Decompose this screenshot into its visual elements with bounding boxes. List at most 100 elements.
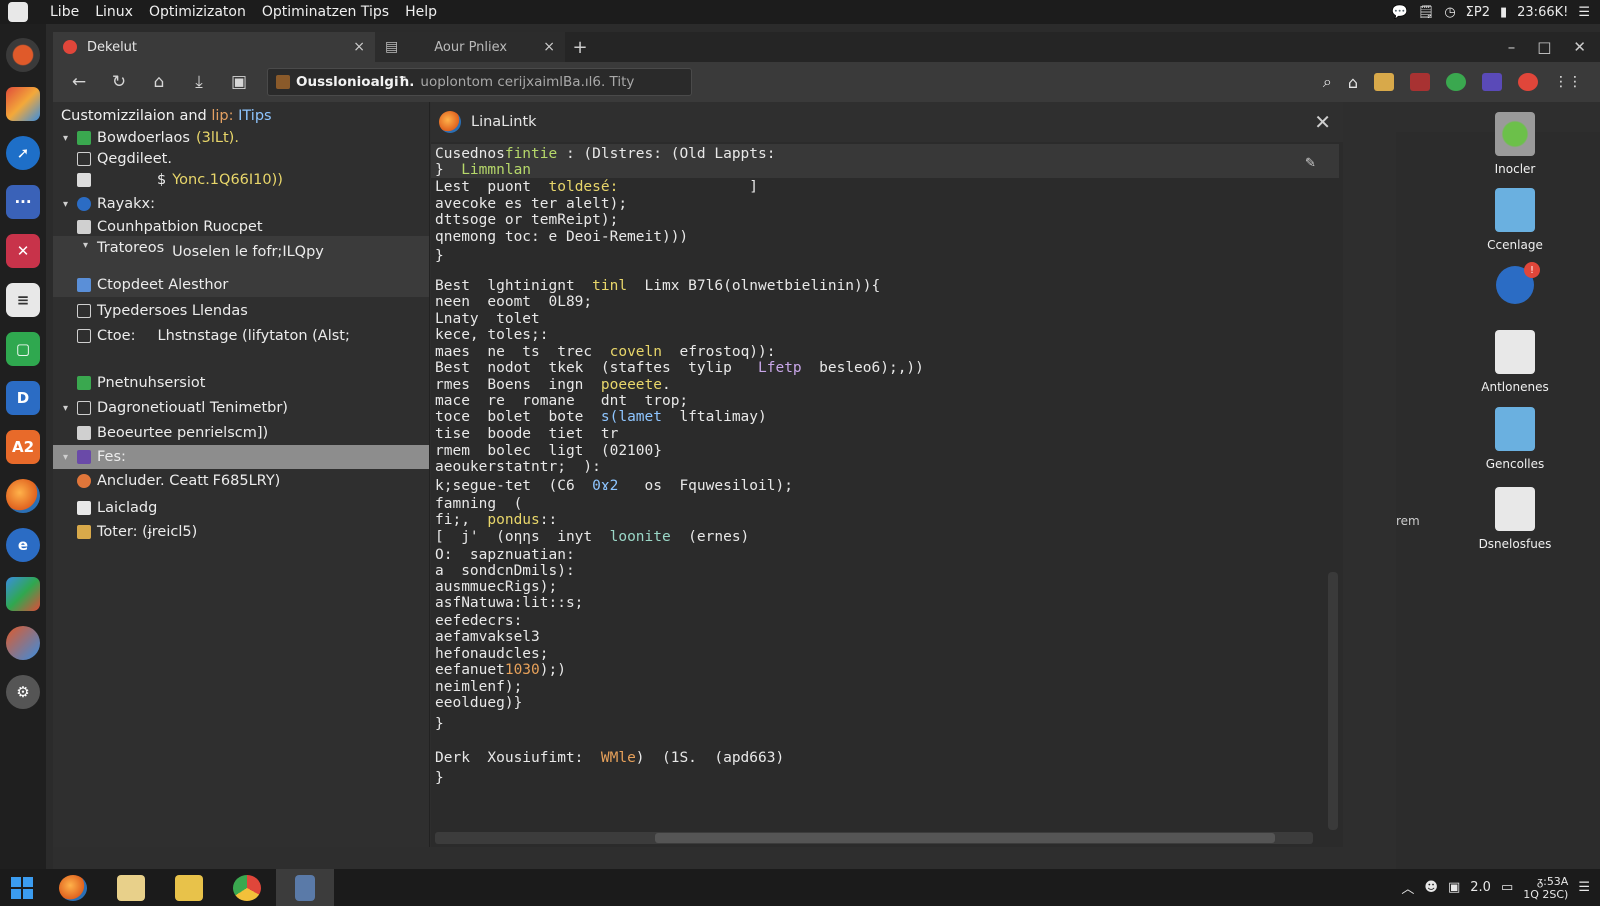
apps-grid-icon[interactable]: ⋮⋮ xyxy=(1554,74,1582,90)
tab-close-icon[interactable]: × xyxy=(543,39,555,55)
code-line: kece, toles;: xyxy=(435,327,549,343)
tab-aour-pnliex[interactable]: ▤ Aour Pnliex × xyxy=(375,32,565,62)
address-bar[interactable]: Ousslonioalgiħ. uoplontom cerijxaimlBa.ı… xyxy=(267,68,692,96)
screenshot-icon[interactable]: ▣ xyxy=(221,67,257,97)
tree-item-ctoe[interactable]: Ctoe: Lhstnstage (lifytaton (Alst; xyxy=(53,324,429,348)
tree-label: Pnetnuhsersiot xyxy=(97,375,206,391)
start-button[interactable] xyxy=(0,869,44,906)
chevron-down-icon[interactable]: ▾ xyxy=(63,452,77,463)
scroll-thumb[interactable] xyxy=(655,833,1275,843)
menu-optimization[interactable]: Optimizizaton xyxy=(141,4,254,20)
tab-close-icon[interactable]: × xyxy=(353,39,365,55)
search-icon[interactable]: ⌕ xyxy=(1323,72,1332,92)
tree-label: $ xyxy=(157,172,167,188)
clock-icon[interactable]: ◷ xyxy=(1444,5,1455,20)
tree-label: Ctopdeet Alesthor xyxy=(97,277,229,293)
chevron-down-icon[interactable]: ▾ xyxy=(83,240,97,251)
chrome-dock-icon[interactable] xyxy=(6,626,40,660)
maps-icon[interactable] xyxy=(6,577,40,611)
chevron-down-icon[interactable]: ▾ xyxy=(63,199,77,210)
code-line: k;segue-tet (C6 0ɤ2 os Fquwesiloil); xyxy=(435,478,793,494)
home-outline-icon[interactable]: ⌂ xyxy=(141,67,177,97)
compass-icon[interactable]: ➚ xyxy=(6,136,40,170)
desktop-icon-edge[interactable]: ! xyxy=(1465,262,1565,304)
desktop-icon-inocler[interactable]: Inocler xyxy=(1465,112,1565,176)
chat-icon[interactable]: 💬 xyxy=(1392,5,1408,20)
code-line: avecoke es ter alelt); xyxy=(435,196,627,212)
document-app-icon[interactable]: ≡ xyxy=(6,283,40,317)
tree-item-rayakx[interactable]: ▾ Rayakx: xyxy=(53,192,429,216)
new-tab-button[interactable]: + xyxy=(565,32,595,62)
ubuntu-icon[interactable] xyxy=(6,38,40,72)
people-icon[interactable]: ☻ xyxy=(1424,880,1438,895)
tree-item-ancluder[interactable]: Ancluder. Ceatt F685LRY) xyxy=(53,469,429,493)
code-line: Best nodot tkek (staftes tylip Lfetp bes… xyxy=(435,360,924,376)
tree-item-beoeurtee[interactable]: Beoeurtee penrielscm]) xyxy=(53,421,429,445)
taskbar-active-app[interactable] xyxy=(276,869,334,906)
app-store-icon[interactable] xyxy=(6,87,40,121)
code-view[interactable]: ✎ Cusednosfintie : (Dlstres: (Old Lappts… xyxy=(431,142,1339,822)
horizontal-scrollbar[interactable] xyxy=(435,832,1313,844)
spreadsheet-icon[interactable]: ▢ xyxy=(6,332,40,366)
writer-icon[interactable]: D xyxy=(6,381,40,415)
tree-item-fes[interactable]: ▾ Fes: xyxy=(53,445,429,469)
menu-linux[interactable]: Linux xyxy=(87,4,141,20)
firefox-icon[interactable] xyxy=(6,479,40,513)
translate-extension-icon[interactable] xyxy=(1482,73,1502,91)
menu-help[interactable]: Help xyxy=(397,4,445,20)
record-extension-icon[interactable] xyxy=(1518,73,1538,91)
tree-item-dagronetiouatl[interactable]: ▾ Dagronetiouatl Tenimetbr) xyxy=(53,396,429,420)
desktop-icon-gencolles[interactable]: Gencolles xyxy=(1465,407,1565,471)
menu-clock[interactable]: 23:66K! xyxy=(1517,5,1568,20)
tree-item-ctopdeet[interactable]: Ctopdeet Alesthor xyxy=(53,273,429,297)
desktop-icon-label: Gencolles xyxy=(1485,457,1545,471)
notifications-icon[interactable]: ☰ xyxy=(1578,880,1590,895)
panel-close-icon[interactable]: ✕ xyxy=(1314,110,1331,134)
grid-extension-icon[interactable] xyxy=(1410,73,1430,91)
tree-item-yonc[interactable]: $ Yonc.1Q66I10)) xyxy=(53,168,429,192)
desktop-icon-label: Dsnelosfues xyxy=(1478,537,1552,551)
close-window-icon[interactable]: ✕ xyxy=(1573,38,1586,56)
tree-item-typedersoes[interactable]: Typedersoes Llendas xyxy=(53,299,429,323)
folder-extension-icon[interactable] xyxy=(1374,73,1394,91)
settings-dock-icon[interactable]: ⚙ xyxy=(6,675,40,709)
menu-optimization-tips[interactable]: Optiminatzen Tips xyxy=(254,4,397,20)
taskbar-firefox[interactable] xyxy=(44,869,102,906)
display-icon[interactable]: ▭ xyxy=(1501,880,1513,895)
chevron-down-icon[interactable]: ▾ xyxy=(63,403,77,414)
apple-logo-icon[interactable] xyxy=(8,2,28,22)
battery-icon[interactable]: ▮ xyxy=(1500,5,1507,20)
taskbar-files[interactable] xyxy=(102,869,160,906)
minimize-icon[interactable]: – xyxy=(1508,38,1516,56)
clipboard-icon[interactable]: 🗒 xyxy=(1418,5,1435,20)
pencil-icon[interactable]: ✎ xyxy=(1305,152,1315,171)
desktop-icon-antlonenes[interactable]: Antlonenes xyxy=(1465,330,1565,394)
check-extension-icon[interactable] xyxy=(1446,73,1466,91)
vertical-scrollbar[interactable] xyxy=(1328,572,1338,830)
chevron-up-icon[interactable]: ︿ xyxy=(1401,878,1414,897)
edge-dock-icon[interactable]: e xyxy=(6,528,40,562)
menu-list-icon[interactable]: ☰ xyxy=(1578,5,1590,20)
network-icon[interactable]: ▣ xyxy=(1448,880,1460,895)
mail-app-icon[interactable]: ✕ xyxy=(6,234,40,268)
chat-app-icon[interactable]: ··· xyxy=(6,185,40,219)
home-icon[interactable]: ⌂ xyxy=(1348,73,1358,92)
taskbar-chrome[interactable] xyxy=(218,869,276,906)
desktop-icon-ccenlage[interactable]: Ccenlage xyxy=(1465,188,1565,252)
chevron-down-icon[interactable]: ▾ xyxy=(63,133,77,144)
taskbar-clock[interactable]: ᵹ:53A 1Q 2SC) xyxy=(1523,875,1568,901)
maximize-icon[interactable]: □ xyxy=(1537,38,1551,56)
tree-item-pnetnuhsersiot[interactable]: Pnetnuhsersiot xyxy=(53,371,429,395)
download-icon[interactable]: ⤓ xyxy=(181,67,217,97)
taskbar-folder[interactable] xyxy=(160,869,218,906)
reload-icon[interactable]: ↻ xyxy=(101,67,137,97)
font-app-icon[interactable]: A2 xyxy=(6,430,40,464)
tree-item-laicladg[interactable]: Laicladg xyxy=(53,496,429,520)
tab-dekelut[interactable]: Dekelut × xyxy=(53,32,375,62)
image-icon xyxy=(77,278,91,292)
desktop-icon-dsnelosfues[interactable]: Dsnelosfues xyxy=(1465,487,1565,551)
back-arrow-icon[interactable]: ← xyxy=(61,67,97,97)
menu-libe[interactable]: Libe xyxy=(42,4,87,20)
tree-item-toter[interactable]: Toter: (ɉreicl5) xyxy=(53,520,429,544)
code-token: :s; xyxy=(557,595,584,611)
